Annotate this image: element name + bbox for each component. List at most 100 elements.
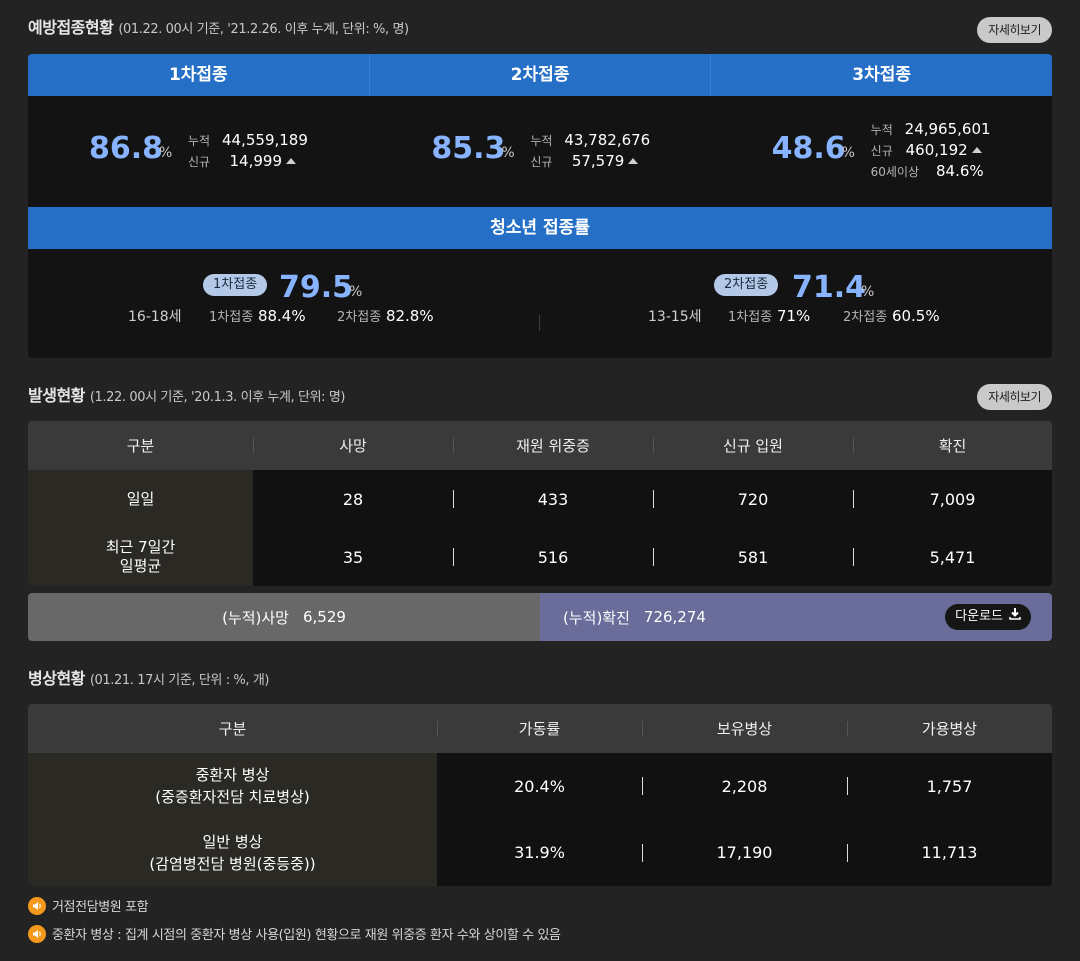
column-divider: [642, 843, 643, 862]
col-header: 보유병상: [642, 704, 847, 753]
youth2-d1: 1차접종 71%: [728, 306, 810, 325]
table-cell-value: 11,713: [921, 843, 978, 862]
dose2-new-row: 신규 57,579: [530, 151, 639, 171]
vaccination-subtitle: (01.22. 00시 기준, '21.2.26. 이후 누계, 단위: %, …: [118, 22, 409, 37]
dose3-rate: 48.6: [771, 131, 846, 166]
cumulative-death-value: 6,529: [302, 608, 346, 626]
dose1-cum-label: 누적: [188, 133, 211, 148]
youth2-age: 13-15세: [648, 309, 702, 325]
table-cell: 11,713: [847, 819, 1052, 886]
table-cell: 28: [253, 470, 453, 528]
vaccination-header: 예방접종현황 (01.22. 00시 기준, '21.2.26. 이후 누계, …: [28, 14, 409, 40]
dose1-panel: 86.8 % 누적 44,559,189 신규 14,999: [28, 96, 369, 207]
dose3-age-label: 60세이상: [870, 164, 920, 179]
col-header: 구분: [126, 437, 155, 455]
column-divider: [847, 843, 848, 862]
dose3-head: 3차접종: [852, 65, 912, 85]
download-icon: [1009, 604, 1021, 630]
dose3-age-row: 60세이상 84.6%: [871, 161, 984, 181]
youth-panel: 1차접종 79.5 % 16-18세 1차접종 88.4% 2차접종 82.8%…: [28, 249, 1052, 358]
table-cell: 5,471: [853, 528, 1052, 586]
table-cell-value: 581: [737, 547, 769, 567]
col-header: 확진: [853, 421, 1052, 470]
dose2-new-label: 신규: [530, 154, 553, 169]
dose1-new-row: 신규 14,999: [188, 151, 296, 171]
table-cell: 7,009: [853, 470, 1052, 528]
table-cell: 720: [653, 470, 853, 528]
dose1-cum: 44,559,189: [222, 131, 308, 149]
table-cell: 1,757: [847, 753, 1052, 819]
youth1-d2: 2차접종 82.8%: [337, 306, 434, 325]
youth2-d1-label: 1차접종: [728, 310, 773, 325]
youth2-d2: 2차접종 60.5%: [843, 306, 940, 325]
youth-title: 청소년 접종률: [28, 207, 1052, 249]
increase-icon: [971, 147, 982, 153]
youth2-d2-label: 2차접종: [843, 310, 888, 325]
column-divider: [653, 548, 654, 566]
dose1-head: 1차접종: [28, 54, 370, 96]
dose3-unit: %: [841, 145, 855, 161]
beds-subtitle: (01.21. 17시 기준, 단위 : %, 개): [89, 673, 270, 688]
cumulative-bar: (누적)사망 6,529 (누적)확진 726,274 다운로드: [28, 593, 1052, 641]
outbreak-more-button[interactable]: 자세히보기: [977, 384, 1052, 410]
dose2-panel: 85.3 % 누적 43,782,676 신규 57,579: [369, 96, 710, 207]
table-cell: 35: [253, 528, 453, 586]
youth1-rate: 79.5: [279, 270, 354, 305]
dose3-cum-row: 누적 24,965,601: [871, 119, 991, 139]
note-item: 거점전담병원 포함: [28, 896, 149, 915]
cumulative-death-label: (누적)사망: [222, 608, 289, 627]
table-row: 최근 7일간 일평균 35 516 581 5,471: [28, 528, 1052, 586]
dose3-cum: 24,965,601: [904, 120, 991, 138]
column-divider: [853, 548, 854, 566]
youth2-d1-value: 71%: [776, 307, 811, 325]
outbreak-table-header: 구분 사망 재원 위중증 신규 입원 확진: [28, 421, 1052, 470]
vaccination-more-button[interactable]: 자세히보기: [977, 17, 1052, 43]
increase-icon: [628, 158, 639, 164]
row-label: 일일: [28, 470, 253, 528]
dose2-cum-label: 누적: [530, 133, 553, 148]
dose3-new-label: 신규: [870, 143, 893, 158]
download-label: 다운로드: [955, 609, 1003, 624]
row-label: 일반 병상 (감염병전담 병원(중등중)): [28, 819, 437, 886]
col-header: 가동률: [437, 704, 642, 753]
table-cell: 20.4%: [437, 753, 642, 819]
dose3-new: 460,192: [905, 141, 968, 159]
youth1-unit: %: [349, 284, 363, 300]
beds-table-header: 구분 가동률 보유병상 가용병상: [28, 704, 1052, 753]
note-text: 거점전담병원 포함: [52, 900, 149, 915]
dose1-cum-row: 누적 44,559,189: [188, 130, 308, 150]
cumulative-confirmed-label: (누적)확진: [563, 608, 630, 627]
beds-header: 병상현황 (01.21. 17시 기준, 단위 : %, 개): [28, 665, 269, 691]
table-cell-value: 5,471: [929, 547, 976, 567]
col-header: 사망: [253, 421, 453, 470]
outbreak-subtitle: (1.22. 00시 기준, '20.1.3. 이후 누계, 단위: 명): [89, 390, 346, 405]
youth1-d1: 1차접종 88.4%: [209, 306, 306, 325]
youth1-d1-value: 88.4%: [257, 307, 306, 325]
youth1-d2-label: 2차접종: [337, 310, 382, 325]
dose3-age: 84.6%: [936, 162, 984, 180]
vaccination-card: 1차접종 2차접종 3차접종 86.8 % 누적 44,559,189 신규 1…: [28, 54, 1052, 358]
youth-divider: [539, 315, 540, 331]
table-cell: 581: [653, 528, 853, 586]
note-text: 중환자 병상 : 집계 시점의 중환자 병상 사용(입원) 현황으로 재원 위중…: [52, 928, 561, 943]
table-row: 중환자 병상 (중증환자전담 치료병상) 20.4% 2,208 1,757: [28, 753, 1052, 819]
dose1-new-label: 신규: [188, 154, 211, 169]
cumulative-confirmed-value: 726,274: [643, 608, 706, 626]
row-label: 중환자 병상 (중증환자전담 치료병상): [28, 753, 437, 819]
increase-icon: [286, 158, 296, 164]
col-header: 구분: [218, 720, 247, 738]
dose3-new-row: 신규 460,192: [871, 140, 982, 160]
dose2-cum: 43,782,676: [564, 131, 651, 149]
download-button[interactable]: 다운로드: [945, 604, 1031, 630]
col-header: 신규 입원: [653, 421, 853, 470]
youth1-age: 16-18세: [128, 309, 182, 325]
youth1-d2-value: 82.8%: [385, 307, 434, 325]
table-cell-value: 516: [537, 547, 569, 567]
table-row: 일일 28 433 720 7,009: [28, 470, 1052, 528]
youth1-d1-label: 1차접종: [209, 310, 254, 325]
outbreak-title: 발생현황: [28, 386, 85, 405]
table-cell: 31.9%: [437, 819, 642, 886]
table-cell: 433: [453, 470, 653, 528]
table-row: 일반 병상 (감염병전담 병원(중등중)) 31.9% 17,190 11,71…: [28, 819, 1052, 886]
youth2-d2-value: 60.5%: [891, 307, 940, 325]
